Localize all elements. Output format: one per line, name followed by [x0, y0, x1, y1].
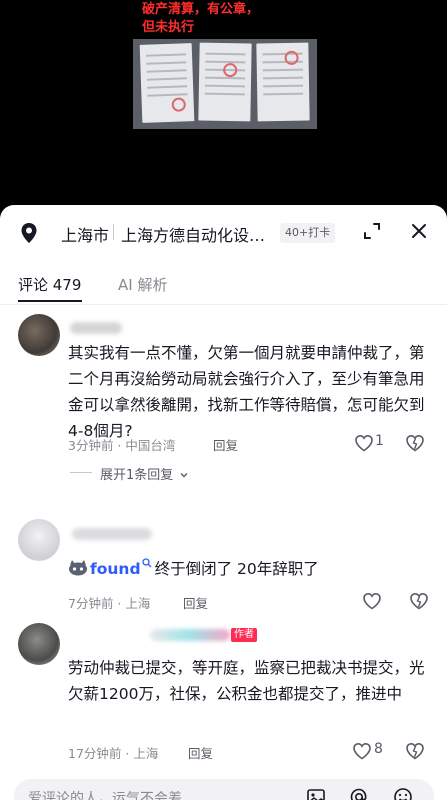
location-pin-icon: [21, 223, 37, 243]
like-heart-icon[interactable]: [362, 592, 382, 610]
app-screen: 破产清算，有公章， 但未执行 上海市 上海方德自动化设… 40+打卡 评论 47…: [0, 0, 447, 800]
checkin-badge: 40+打卡: [280, 223, 336, 243]
emoji-icon[interactable]: [393, 787, 413, 800]
avatar[interactable]: [18, 314, 60, 356]
comment-item: found 终于倒闭了 20年辞职了 7分钟前 · 上海 回复: [0, 513, 447, 613]
at-mention-icon[interactable]: [349, 787, 369, 800]
close-icon[interactable]: [409, 221, 429, 241]
expand-replies-label: 展开1条回复: [100, 468, 174, 483]
dislike-heart-icon[interactable]: [405, 742, 425, 760]
reply-button[interactable]: 回复: [188, 743, 213, 762]
location-divider: [113, 224, 114, 240]
video-player[interactable]: 破产清算，有公章， 但未执行: [0, 0, 447, 205]
comment-meta: 17分钟前 · 上海: [68, 746, 159, 761]
comment-meta: 3分钟前 · 中国台湾: [68, 438, 176, 453]
comment-item: 作者 劳动仲裁已提交，等开庭，监察已把裁决书提交，光欠薪1200万，社保，公积金…: [0, 617, 447, 767]
like-count: 1: [375, 433, 384, 449]
mentioned-user[interactable]: found: [90, 560, 141, 578]
comment-text: 终于倒闭了 20年辞职了: [154, 560, 319, 578]
username-blurred[interactable]: [150, 629, 230, 641]
like-count: 8: [374, 741, 383, 757]
reply-button[interactable]: 回复: [183, 593, 208, 612]
comment-text: 其实我有一点不懂，欠第一個月就要申請仲裁了，第二个月再沒給勞动局就会強行介入了，…: [68, 344, 425, 440]
divider: [70, 472, 92, 473]
cat-emoji-icon: [69, 560, 87, 576]
tab-ai-analysis[interactable]: AI 解析: [118, 274, 167, 295]
video-caption-line2: 但未执行: [142, 20, 195, 35]
avatar[interactable]: [18, 623, 60, 665]
dislike-heart-icon[interactable]: [409, 592, 429, 610]
search-icon: [141, 558, 152, 568]
like-heart-icon[interactable]: [354, 434, 374, 452]
tab-comments[interactable]: 评论 479: [18, 274, 81, 295]
avatar[interactable]: [18, 519, 60, 561]
video-frame-documents: [133, 39, 317, 129]
comment-sheet: 上海市 上海方德自动化设… 40+打卡 评论 479 AI 解析 其实我有一点不…: [0, 205, 447, 800]
dislike-heart-icon[interactable]: [405, 434, 425, 452]
document-image: [198, 42, 252, 122]
document-image: [139, 43, 195, 123]
comment-meta: 7分钟前 · 上海: [68, 596, 151, 611]
location-city[interactable]: 上海市: [61, 222, 109, 246]
chevron-down-icon: [180, 473, 188, 478]
expand-replies-button[interactable]: 展开1条回复: [100, 464, 188, 483]
location-name[interactable]: 上海方德自动化设…: [121, 222, 265, 246]
username-blurred[interactable]: [72, 528, 152, 540]
location-bar[interactable]: 上海市 上海方德自动化设… 40+打卡: [0, 205, 447, 257]
image-icon[interactable]: [306, 787, 326, 800]
divider: [0, 304, 447, 305]
comment-input-bar: 爱评论的人，运气不会差: [0, 773, 447, 800]
tab-bar: 评论 479 AI 解析: [0, 265, 447, 305]
comment-input-placeholder: 爱评论的人，运气不会差: [28, 791, 182, 800]
username-blurred[interactable]: [70, 322, 122, 334]
expand-window-icon[interactable]: [362, 221, 382, 241]
comment-input[interactable]: 爱评论的人，运气不会差: [14, 779, 434, 800]
comment-body: found 终于倒闭了 20年辞职了: [68, 556, 429, 582]
reply-button[interactable]: 回复: [213, 435, 238, 454]
active-tab-indicator: [18, 300, 82, 302]
video-caption-line1: 破产清算，有公章，: [142, 2, 260, 17]
document-image: [256, 42, 310, 122]
comment-text: 劳动仲裁已提交，等开庭，监察已把裁决书提交，光欠薪1200万，社保，公积金也都提…: [68, 659, 425, 703]
comment-item: 其实我有一点不懂，欠第一個月就要申請仲裁了，第二个月再沒給勞动局就会強行介入了，…: [0, 312, 447, 507]
author-badge: 作者: [231, 628, 257, 642]
like-heart-icon[interactable]: [352, 742, 372, 760]
